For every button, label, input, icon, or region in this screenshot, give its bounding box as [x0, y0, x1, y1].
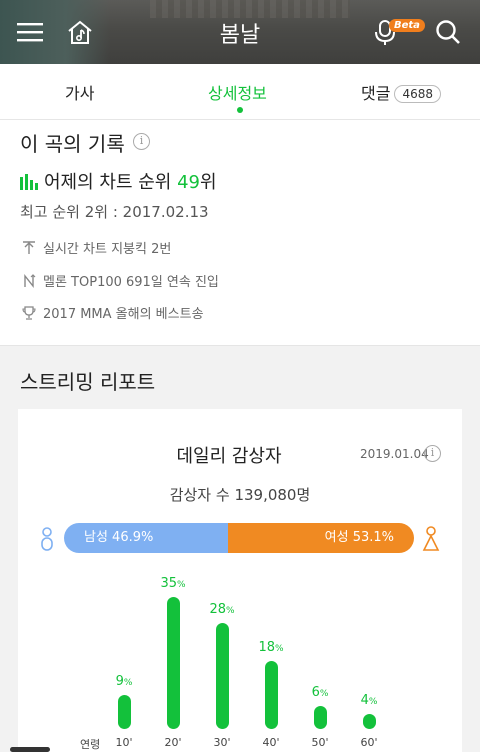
- male-segment: 남성 46.9%: [64, 523, 229, 553]
- rank-number: 49: [177, 172, 200, 193]
- age-value-label: 18%: [258, 640, 284, 656]
- report-date: 2019.01.04: [360, 447, 429, 461]
- age-axis-label: 연령: [80, 738, 101, 751]
- rank-suffix: 위: [200, 172, 217, 193]
- yesterday-rank: 어제의 차트 순위 49위: [20, 168, 217, 194]
- voice-search-button[interactable]: [365, 12, 405, 52]
- rank-prefix: 어제의 차트 순위: [44, 172, 178, 193]
- achievement-text: 2017 MMA 올해의 베스트송: [43, 307, 204, 322]
- header: 봄날 Beta: [0, 0, 480, 64]
- age-value-label: 28%: [209, 602, 235, 618]
- chart-bars-icon: [20, 174, 38, 190]
- age-bar: [166, 597, 180, 729]
- age-value-label: 6%: [311, 685, 329, 701]
- achievement-item: 실시간 차트 지붕킥 2번: [20, 238, 171, 257]
- song-record-section: 이 곡의 기록 i 어제의 차트 순위 49위 최고 순위 2위 : 2017.…: [0, 120, 480, 346]
- female-icon: [422, 526, 440, 551]
- achievement-item: 멜론 TOP100 691일 연속 진입: [20, 271, 219, 290]
- age-bar: [117, 695, 131, 729]
- song-detail-page: 봄날 Beta 가사 상세정보 댓글 4688 이 곡의 기록 i 어제의 차트…: [0, 0, 480, 752]
- active-tab-indicator: [237, 107, 243, 113]
- info-icon[interactable]: i: [133, 133, 150, 150]
- home-indicator: [10, 747, 50, 752]
- female-segment: 여성 53.1%: [228, 523, 414, 553]
- age-bar: [362, 713, 376, 729]
- age-tick-label: 40': [262, 736, 280, 749]
- daily-listeners-card: 데일리 감상자 2019.01.04 i 감상자 수 139,080명 남성 4…: [18, 409, 462, 752]
- tab-comments-label: 댓글: [361, 84, 391, 103]
- info-icon[interactable]: i: [424, 445, 441, 462]
- age-tick-label: 30': [213, 736, 231, 749]
- age-value-label: 4%: [360, 692, 378, 708]
- achievement-text: 실시간 차트 지붕킥 2번: [43, 242, 172, 257]
- search-icon: [436, 20, 460, 44]
- age-tick-label: 50': [311, 736, 329, 749]
- tab-details[interactable]: 상세정보: [208, 80, 267, 104]
- beta-badge: Beta: [389, 19, 425, 32]
- header-background-detail: [150, 0, 350, 18]
- achievement-text: 멜론 TOP100 691일 연속 진입: [43, 275, 219, 290]
- trophy-icon: [20, 305, 38, 320]
- age-bar: [215, 623, 229, 729]
- age-tick-label: 20': [164, 736, 182, 749]
- age-bar: [313, 706, 327, 729]
- age-value-label: 35%: [160, 576, 186, 591]
- tab-comments[interactable]: 댓글 4688: [361, 80, 441, 104]
- age-tick-label: 10': [115, 736, 133, 749]
- comment-count-badge: 4688: [394, 85, 441, 103]
- rise-icon: [20, 240, 38, 255]
- gender-ratio-bar: 남성 46.9% 여성 53.1%: [64, 523, 414, 553]
- achievement-item: 2017 MMA 올해의 베스트송: [20, 303, 204, 322]
- record-title: 이 곡의 기록: [20, 132, 125, 156]
- tab-bar: 가사 상세정보 댓글 4688: [0, 64, 480, 120]
- search-button[interactable]: [428, 12, 468, 52]
- best-rank: 최고 순위 2위 : 2017.02.13: [20, 203, 209, 221]
- listener-count: 감상자 수 139,080명: [169, 486, 311, 504]
- streaming-report-title: 스트리밍 리포트: [20, 370, 156, 394]
- male-icon: [41, 527, 53, 551]
- tab-lyrics[interactable]: 가사: [65, 80, 94, 104]
- streak-icon: [20, 273, 38, 288]
- age-tick-label: 60': [360, 736, 378, 749]
- age-value-label: 9%: [115, 674, 133, 690]
- age-bar: [264, 661, 278, 729]
